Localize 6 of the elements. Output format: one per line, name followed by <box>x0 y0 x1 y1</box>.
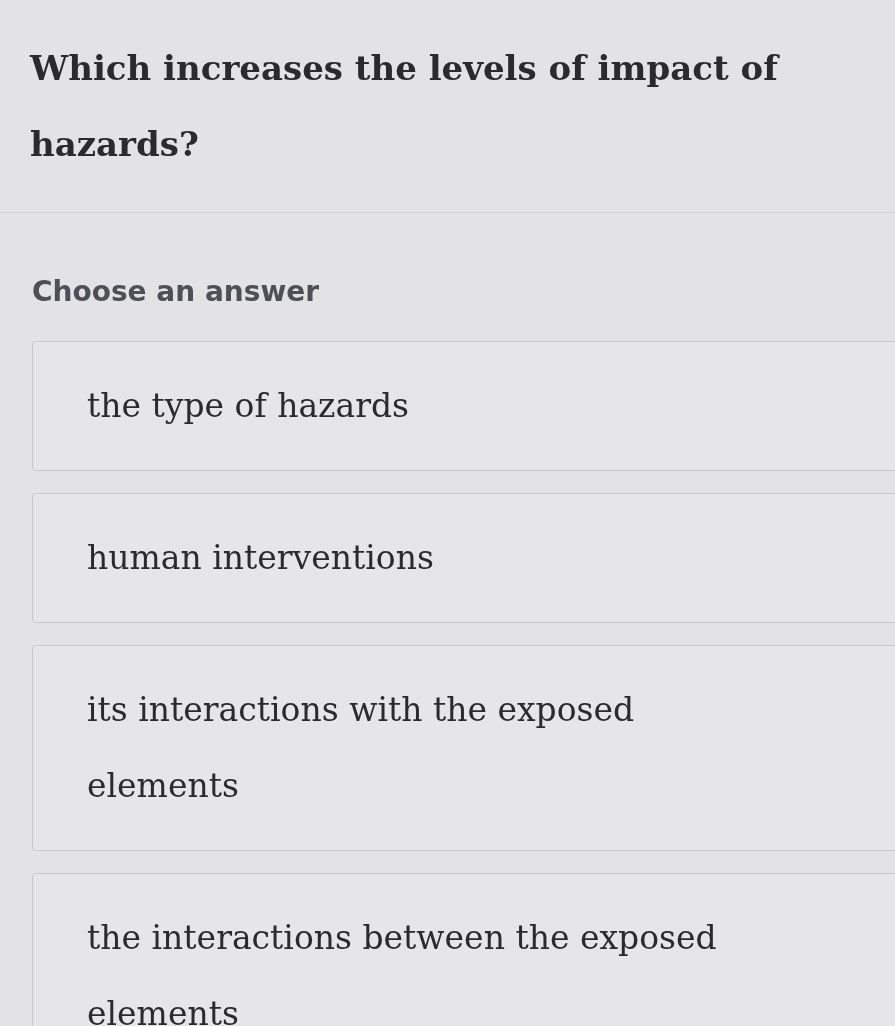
question-text: Which increases the levels of impact of hazards? <box>30 47 781 166</box>
answer-option[interactable]: the interactions between the exposed elements <box>32 873 895 1026</box>
answer-option[interactable]: its interactions with the exposed elements <box>32 645 895 851</box>
answer-option[interactable]: human interventions <box>32 493 895 623</box>
answer-option[interactable]: the type of hazards <box>32 341 895 471</box>
prompt-label: Choose an answer <box>32 274 321 310</box>
